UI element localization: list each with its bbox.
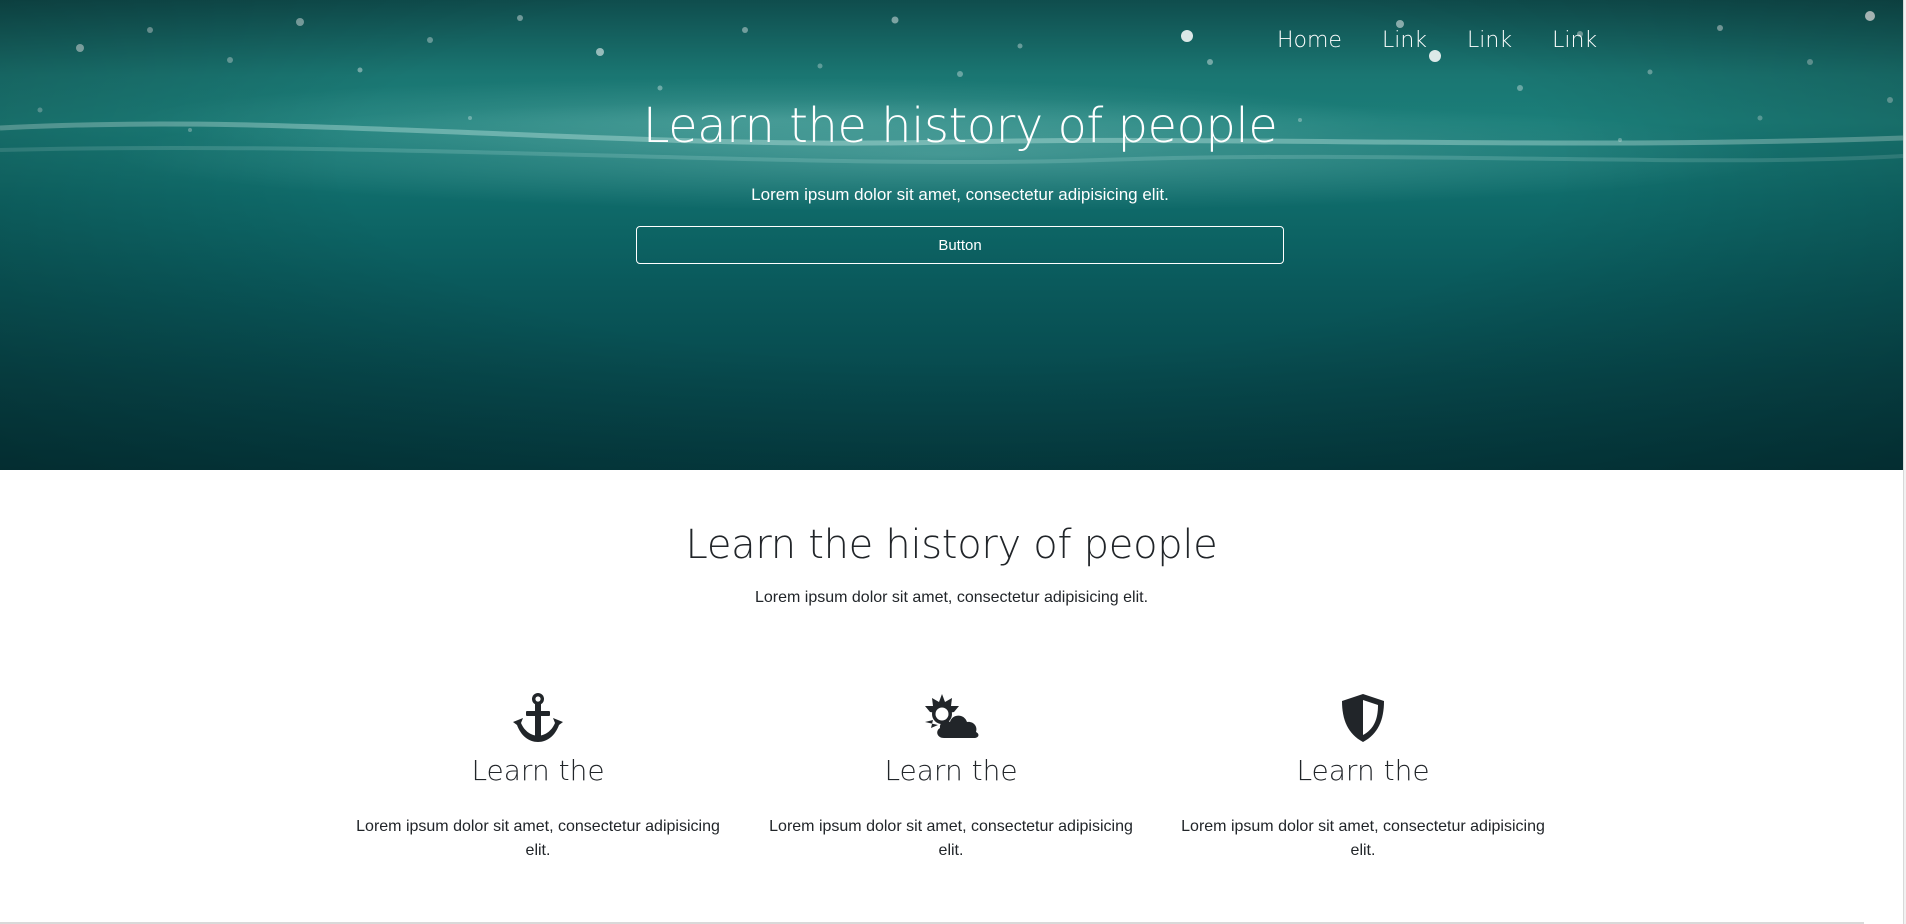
hero-button[interactable]: Button [636,226,1284,264]
cloud-sun-icon [925,694,979,738]
feature-title: Learn the [884,754,1018,787]
nav-link-home[interactable]: Home [1257,22,1362,59]
hero-subtitle: Lorem ipsum dolor sit amet, consectetur … [751,185,1169,204]
feature-text: Lorem ipsum dolor sit amet, consectetur … [356,818,720,859]
feature-text: Lorem ipsum dolor sit amet, consectetur … [769,818,1133,859]
hero-title: Learn the history of people [642,98,1278,154]
feature-title: Learn the [1296,754,1430,787]
nav-link-3[interactable]: Link [1532,22,1617,59]
feature-card-cloud-sun: Learn the Lorem ipsum dolor sit amet, co… [765,692,1137,863]
nav-link-1[interactable]: Link [1362,22,1447,59]
section-title: Learn the history of people [685,522,1218,568]
feature-title: Learn the [471,754,605,787]
shield-icon [1342,694,1384,742]
top-nav: Home Link Link Link [1257,22,1617,59]
nav-link-2[interactable]: Link [1447,22,1532,59]
section-subtitle: Lorem ipsum dolor sit amet, consectetur … [754,589,1149,606]
feature-card-shield: Learn the Lorem ipsum dolor sit amet, co… [1177,692,1549,863]
feature-card-anchor: Learn the Lorem ipsum dolor sit amet, co… [352,692,724,863]
anchor-icon [513,693,563,742]
feature-text: Lorem ipsum dolor sit amet, consectetur … [1181,818,1545,859]
